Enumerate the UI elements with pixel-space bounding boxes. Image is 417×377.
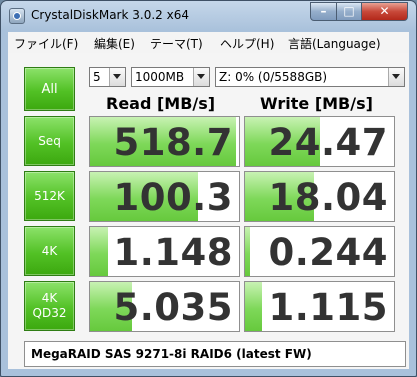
menu-bar: ファイル(F) 編集(E) テーマ(T) ヘルプ(H) 言語(Language) <box>8 32 409 54</box>
read-value: 1.148 <box>113 231 233 274</box>
read-value: 5.035 <box>113 286 233 329</box>
menu-theme[interactable]: テーマ(T) <box>150 35 203 52</box>
row-button-1[interactable]: 512K <box>24 171 75 221</box>
row-button-label: 4K <box>41 243 58 258</box>
close-button[interactable]: ✕ <box>361 2 408 21</box>
write-result-cell: 18.04 <box>244 171 395 222</box>
read-header: Read [MB/s] <box>106 94 216 113</box>
row-button-label: Seq <box>38 133 61 148</box>
app-window: CrystalDiskMark 3.0.2 x64 – □ ✕ ファイル(F) … <box>0 0 417 377</box>
menu-help[interactable]: ヘルプ(H) <box>220 35 274 52</box>
write-result-cell: 1.115 <box>244 281 395 332</box>
write-bar <box>245 227 251 276</box>
menu-language[interactable]: 言語(Language) <box>288 35 381 52</box>
app-icon <box>9 8 25 24</box>
runs-select[interactable]: 5 <box>89 67 126 87</box>
row-button-2[interactable]: 4K <box>24 226 75 276</box>
size-select[interactable]: 1000MB <box>131 67 210 87</box>
write-header: Write [MB/s] <box>260 94 373 113</box>
row-button-label: 512K <box>34 188 65 203</box>
row-button-0[interactable]: Seq <box>24 116 75 166</box>
window-title: CrystalDiskMark 3.0.2 x64 <box>31 8 189 22</box>
write-value: 0.244 <box>268 231 388 274</box>
write-value: 24.47 <box>268 121 388 164</box>
write-result-cell: 24.47 <box>244 116 395 167</box>
menu-file[interactable]: ファイル(F) <box>14 35 78 52</box>
drive-value: Z: 0% (0/5588GB) <box>219 70 328 84</box>
read-bar <box>90 227 108 276</box>
row-button-3[interactable]: 4K QD32 <box>24 281 75 331</box>
minimize-button[interactable]: – <box>310 2 337 21</box>
read-value: 518.7 <box>113 121 233 164</box>
write-result-cell: 0.244 <box>244 226 395 277</box>
row-button-label: 4K <box>41 291 58 305</box>
all-button[interactable]: All <box>24 67 75 111</box>
chevron-down-icon <box>193 68 209 86</box>
read-value: 100.3 <box>113 176 233 219</box>
drive-select[interactable]: Z: 0% (0/5588GB) <box>215 67 405 87</box>
read-result-cell: 1.148 <box>89 226 240 277</box>
runs-value: 5 <box>93 70 101 84</box>
menu-edit[interactable]: 編集(E) <box>94 35 135 52</box>
write-value: 18.04 <box>268 176 388 219</box>
main-panel: All 5 1000MB Z: 0% (0/5588GB) Read [MB/s… <box>8 53 409 369</box>
read-result-cell: 5.035 <box>89 281 240 332</box>
comment-field[interactable]: MegaRAID SAS 9271-8i RAID6 (latest FW) <box>24 341 406 367</box>
chevron-down-icon <box>388 68 404 86</box>
write-value: 1.115 <box>268 286 388 329</box>
read-result-cell: 518.7 <box>89 116 240 167</box>
title-bar[interactable]: CrystalDiskMark 3.0.2 x64 – □ ✕ <box>1 1 416 31</box>
read-result-cell: 100.3 <box>89 171 240 222</box>
chevron-down-icon <box>109 68 125 86</box>
write-bar <box>245 282 263 331</box>
size-value: 1000MB <box>135 70 185 84</box>
row-button-label: QD32 <box>32 306 67 320</box>
maximize-button[interactable]: □ <box>336 2 362 21</box>
